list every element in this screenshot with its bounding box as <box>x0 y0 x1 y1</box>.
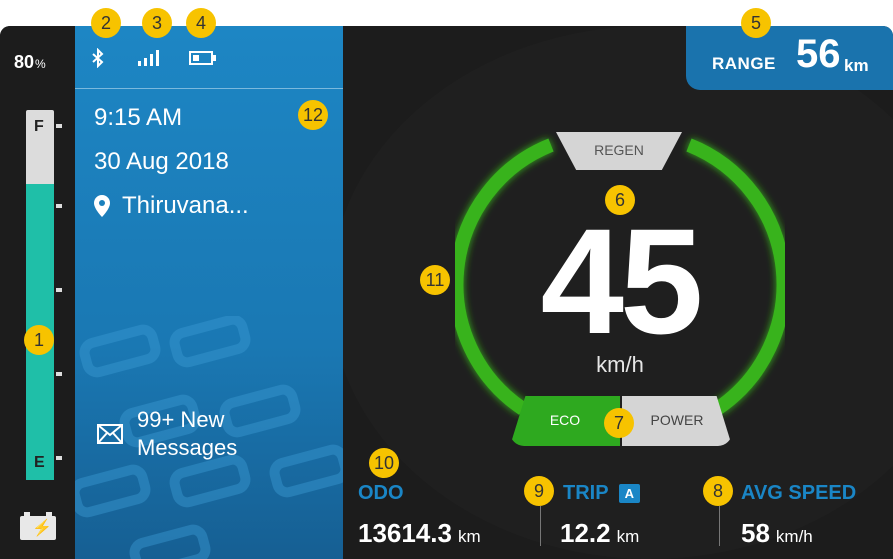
trip-value: 12.2 km <box>560 518 640 548</box>
odo-label: ODO <box>358 482 404 504</box>
avg-speed-label: AVG SPEED <box>741 482 857 504</box>
callout-badge: 11 <box>420 265 450 295</box>
avg-speed-value: 58 km/h <box>741 518 813 548</box>
range-unit: km <box>844 56 869 75</box>
status-icons <box>89 48 217 68</box>
gauge-tick <box>56 456 62 460</box>
divider-line <box>75 88 343 89</box>
messages-notification[interactable]: 99+ New Messages <box>97 406 237 462</box>
battery-gauge: F E <box>26 110 62 480</box>
range-value: 56 <box>796 32 841 76</box>
battery-percent: 80% <box>14 52 46 72</box>
messages-label: Messages <box>137 435 238 460</box>
range-label: RANGE <box>712 54 776 73</box>
dashboard-display: 80% F E ⚡ 9:15 AM 30 Aug 2018 Thiruvana.… <box>0 26 893 559</box>
gauge-full-label: F <box>34 118 44 135</box>
callout-badge: 3 <box>142 8 172 38</box>
trip-badge[interactable]: A <box>618 484 640 504</box>
location: Thiruvana... <box>94 192 249 220</box>
stat-divider <box>719 506 720 546</box>
callout-badge: 7 <box>604 408 634 438</box>
location-text: Thiruvana... <box>122 192 249 219</box>
clock-time: 9:15 AM <box>94 104 183 131</box>
battery-icon <box>189 51 216 65</box>
power-mode-button[interactable]: POWER <box>622 396 732 446</box>
messages-text: 99+ New Messages <box>137 406 237 462</box>
callout-badge: 2 <box>91 8 121 38</box>
signal-bars-icon <box>138 50 159 66</box>
callout-badge: 4 <box>186 8 216 38</box>
callout-badge: 10 <box>369 448 399 478</box>
callout-badge: 8 <box>703 476 733 506</box>
trip-label: TRIP A <box>563 482 640 505</box>
speed-value: 45 <box>540 197 704 365</box>
location-pin-icon <box>94 195 110 217</box>
mail-icon <box>97 424 123 444</box>
current-date: 30 Aug 2018 <box>94 148 229 175</box>
battery-column: 80% F E ⚡ <box>0 26 75 559</box>
charging-battery-icon: ⚡ <box>20 512 56 540</box>
messages-count: 99+ New <box>137 407 225 432</box>
stat-divider <box>540 506 541 546</box>
callout-badge: 1 <box>24 325 54 355</box>
callout-badge: 5 <box>741 8 771 38</box>
gauge-tick <box>56 372 62 376</box>
gauge-tick <box>56 204 62 208</box>
gauge-empty-label: E <box>34 454 45 471</box>
range-indicator: RANGE 56 km <box>686 26 893 90</box>
callout-badge: 6 <box>605 185 635 215</box>
callout-badge: 9 <box>524 476 554 506</box>
regen-label: REGEN <box>556 132 682 170</box>
gauge-tick <box>56 124 62 128</box>
odo-value: 13614.3 km <box>358 518 481 548</box>
bluetooth-icon <box>92 48 104 68</box>
gauge-tick <box>56 288 62 292</box>
callout-badge: 12 <box>298 100 328 130</box>
speed-unit: km/h <box>596 352 644 377</box>
